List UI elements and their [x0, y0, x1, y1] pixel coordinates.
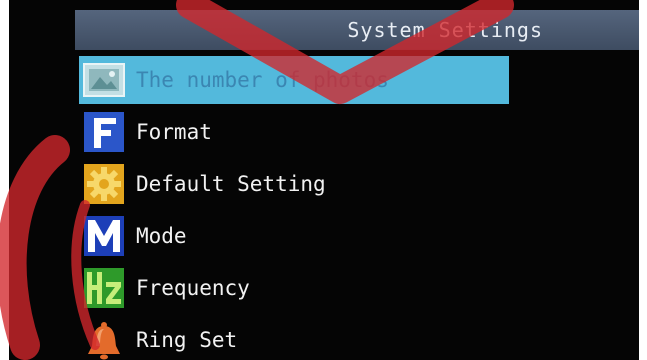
photo-icon [82, 58, 126, 102]
device-screen: System Settings The number of photos For… [9, 0, 639, 360]
page-title: System Settings [347, 18, 543, 42]
menu-item-frequency[interactable]: Frequency [79, 264, 509, 312]
menu-item-mode[interactable]: Mode [79, 212, 509, 260]
menu-item-label: Frequency [136, 276, 250, 300]
menu-item-label: Default Setting [136, 172, 326, 196]
bell-icon [82, 318, 126, 360]
mode-icon [82, 214, 126, 258]
settings-menu: The number of photos Format Default Sett… [79, 56, 509, 360]
menu-item-ring-set[interactable]: Ring Set [79, 316, 509, 360]
menu-item-label: Ring Set [136, 328, 238, 352]
format-icon [82, 110, 126, 154]
menu-item-format[interactable]: Format [79, 108, 509, 156]
title-bar: System Settings [75, 10, 639, 50]
gear-icon [82, 162, 126, 206]
menu-item-label: Mode [136, 224, 187, 248]
menu-item-label: Format [136, 120, 212, 144]
menu-item-default-setting[interactable]: Default Setting [79, 160, 509, 208]
frequency-icon [82, 266, 126, 310]
menu-item-number-of-photos[interactable]: The number of photos [79, 56, 509, 104]
menu-item-label: The number of photos [136, 68, 389, 92]
